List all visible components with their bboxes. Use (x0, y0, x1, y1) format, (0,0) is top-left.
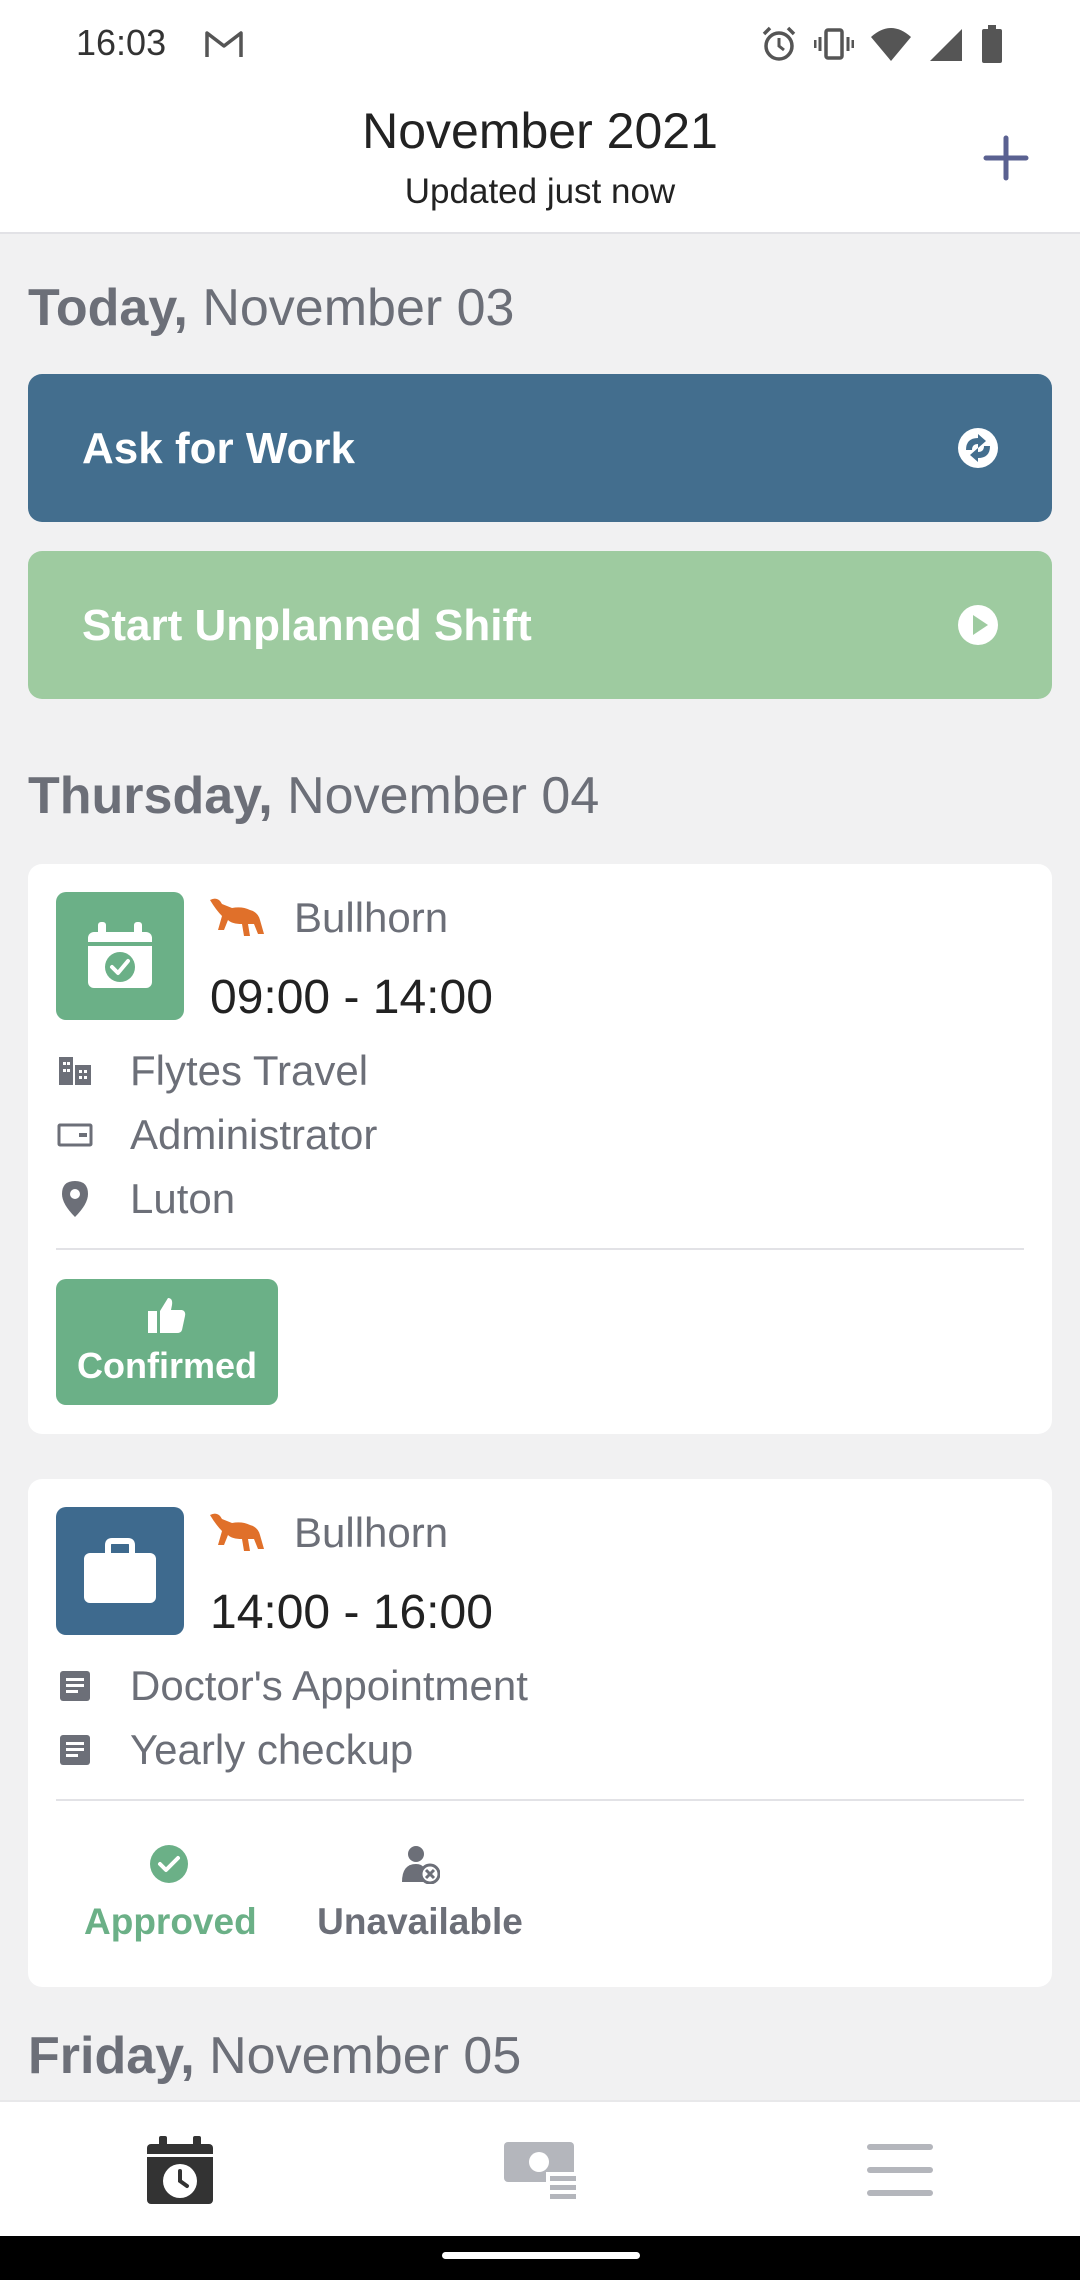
status-time: 16:03 (76, 22, 167, 63)
detail-text: Administrator (130, 1111, 378, 1158)
shift-type-tile (56, 1507, 184, 1635)
pay-icon (504, 2142, 576, 2200)
nav-calendar[interactable] (140, 2132, 220, 2208)
status-icons (760, 22, 1004, 66)
badge-icon (56, 1116, 94, 1154)
ask-for-work-label: Ask for Work (82, 424, 356, 473)
wifi-icon (871, 28, 911, 61)
alarm-icon (762, 26, 796, 61)
day-heading-friday: Friday, November 05 (28, 2026, 521, 2086)
shift-card[interactable]: Bullhorn 09:00 - 14:00 Flytes Travel Adm… (28, 864, 1052, 1434)
approved-label: Approved (84, 1901, 257, 1942)
start-unplanned-label: Start Unplanned Shift (82, 601, 532, 650)
detail-text: Flytes Travel (130, 1047, 369, 1094)
check-circle-icon (150, 1845, 188, 1883)
detail-text: Yearly checkup (130, 1726, 414, 1773)
nav-pay[interactable] (500, 2132, 580, 2208)
bullhorn-logo-icon (210, 1513, 264, 1551)
month-title: November 2021 (362, 103, 718, 159)
system-gesture-bar (0, 2236, 1080, 2280)
user-unavailable-icon (402, 1846, 441, 1885)
signal-icon (930, 29, 962, 61)
shift-type-tile (56, 892, 184, 1020)
company-name: Bullhorn (294, 894, 449, 941)
detail-location: Luton (56, 1174, 235, 1224)
card-divider (56, 1799, 1024, 1801)
detail-role: Administrator (56, 1110, 377, 1160)
ask-work-icon (958, 428, 998, 468)
ask-for-work-button[interactable]: Ask for Work (28, 374, 1052, 522)
shift-time: 14:00 - 16:00 (210, 1586, 493, 1639)
plus-icon[interactable] (978, 130, 1034, 186)
app-header: November 2021 Updated just now (0, 88, 1080, 234)
start-unplanned-shift-button[interactable]: Start Unplanned Shift (28, 551, 1052, 699)
day-heading-thursday: Thursday, November 04 (28, 766, 599, 826)
day-date: November 04 (287, 767, 600, 825)
home-gesture-handle[interactable] (442, 2252, 640, 2259)
location-pin-icon (56, 1180, 94, 1218)
day-heading-today: Today, November 03 (28, 278, 514, 338)
card-divider (56, 1248, 1024, 1250)
detail-text: Luton (130, 1175, 236, 1222)
shift-card[interactable]: Bullhorn 14:00 - 16:00 Doctor's Appointm… (28, 1479, 1052, 1987)
day-weekday: Friday, (28, 2027, 195, 2085)
unavailable-status[interactable]: Unavailable (314, 1844, 526, 1943)
unavailable-label: Unavailable (317, 1901, 523, 1942)
menu-icon (867, 2144, 933, 2196)
day-date: November 03 (202, 279, 515, 337)
bullhorn-logo-icon (210, 898, 264, 936)
confirmed-button[interactable]: Confirmed (56, 1279, 278, 1405)
gmail-icon (205, 31, 243, 57)
day-weekday: Today, (28, 279, 188, 337)
detail-company: Flytes Travel (56, 1046, 368, 1096)
status-bar: 16:03 (0, 0, 1080, 88)
detail-note: Yearly checkup (56, 1725, 413, 1775)
briefcase-icon (84, 1538, 156, 1603)
calendar-clock-icon (147, 2136, 213, 2204)
nav-menu[interactable] (860, 2132, 940, 2208)
sync-status: Updated just now (404, 172, 676, 211)
day-date: November 05 (209, 2027, 522, 2085)
calendar-check-icon (88, 922, 152, 988)
detail-text: Doctor's Appointment (130, 1662, 528, 1709)
battery-icon (982, 25, 1002, 63)
thumbs-up-icon (148, 1298, 186, 1333)
vibrate-icon (814, 28, 854, 60)
note-icon (56, 1731, 94, 1769)
bottom-navigation (0, 2100, 1080, 2236)
play-circle-icon (958, 605, 998, 645)
confirmed-label: Confirmed (77, 1345, 257, 1386)
approved-status[interactable]: Approved (84, 1844, 257, 1943)
shift-time: 09:00 - 14:00 (210, 971, 493, 1024)
detail-note: Doctor's Appointment (56, 1661, 528, 1711)
day-weekday: Thursday, (28, 767, 273, 825)
building-icon (56, 1052, 94, 1090)
company-name: Bullhorn (294, 1509, 449, 1556)
note-icon (56, 1667, 94, 1705)
